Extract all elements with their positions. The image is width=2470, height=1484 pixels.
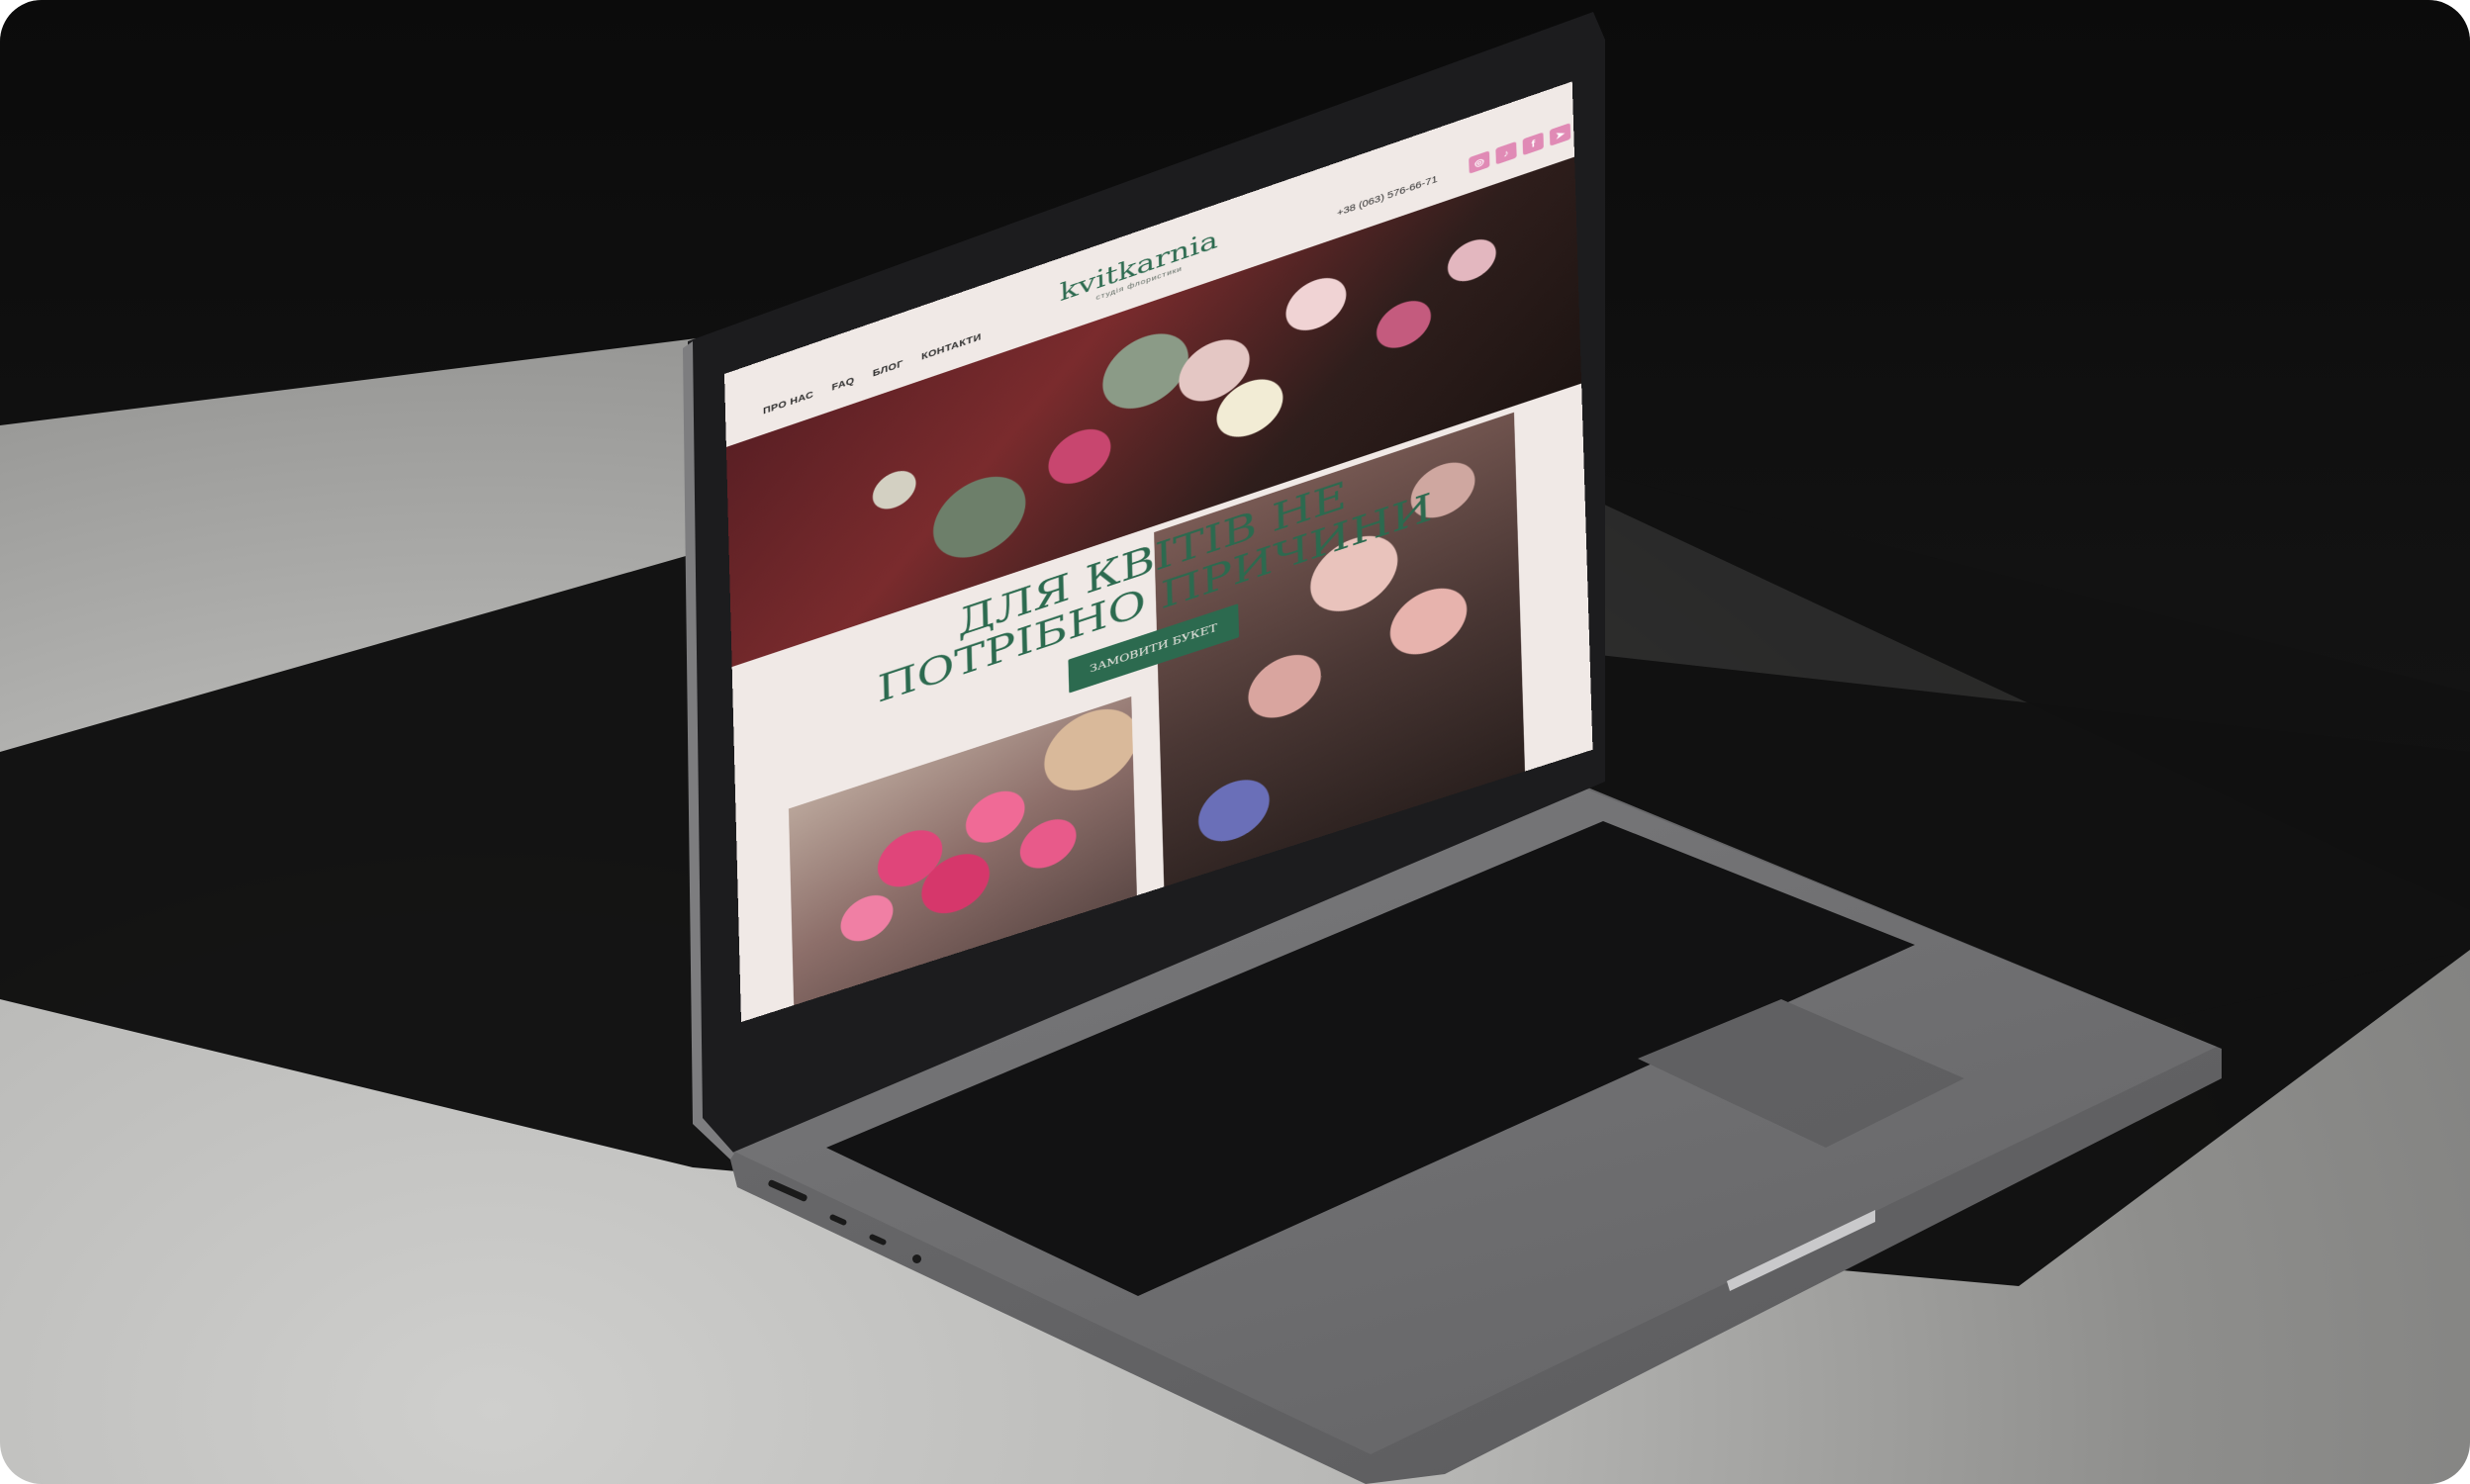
nav-contacts[interactable]: КОНТАКТИ (921, 331, 982, 362)
telegram-icon[interactable]: ➤ (1549, 123, 1571, 146)
photo-scene: ПРО НАС FAQ БЛОГ КОНТАКТИ kvitkarnia сту… (0, 0, 2470, 1484)
nav-faq[interactable]: FAQ (831, 375, 854, 393)
nav-blog[interactable]: БЛОГ (873, 358, 903, 379)
headphone-jack (912, 1254, 921, 1263)
tiktok-icon[interactable]: ♪ (1495, 140, 1517, 165)
instagram-icon[interactable]: ◎ (1469, 150, 1490, 174)
facebook-icon[interactable]: f (1522, 132, 1544, 156)
nav-about[interactable]: ПРО НАС (763, 389, 813, 416)
